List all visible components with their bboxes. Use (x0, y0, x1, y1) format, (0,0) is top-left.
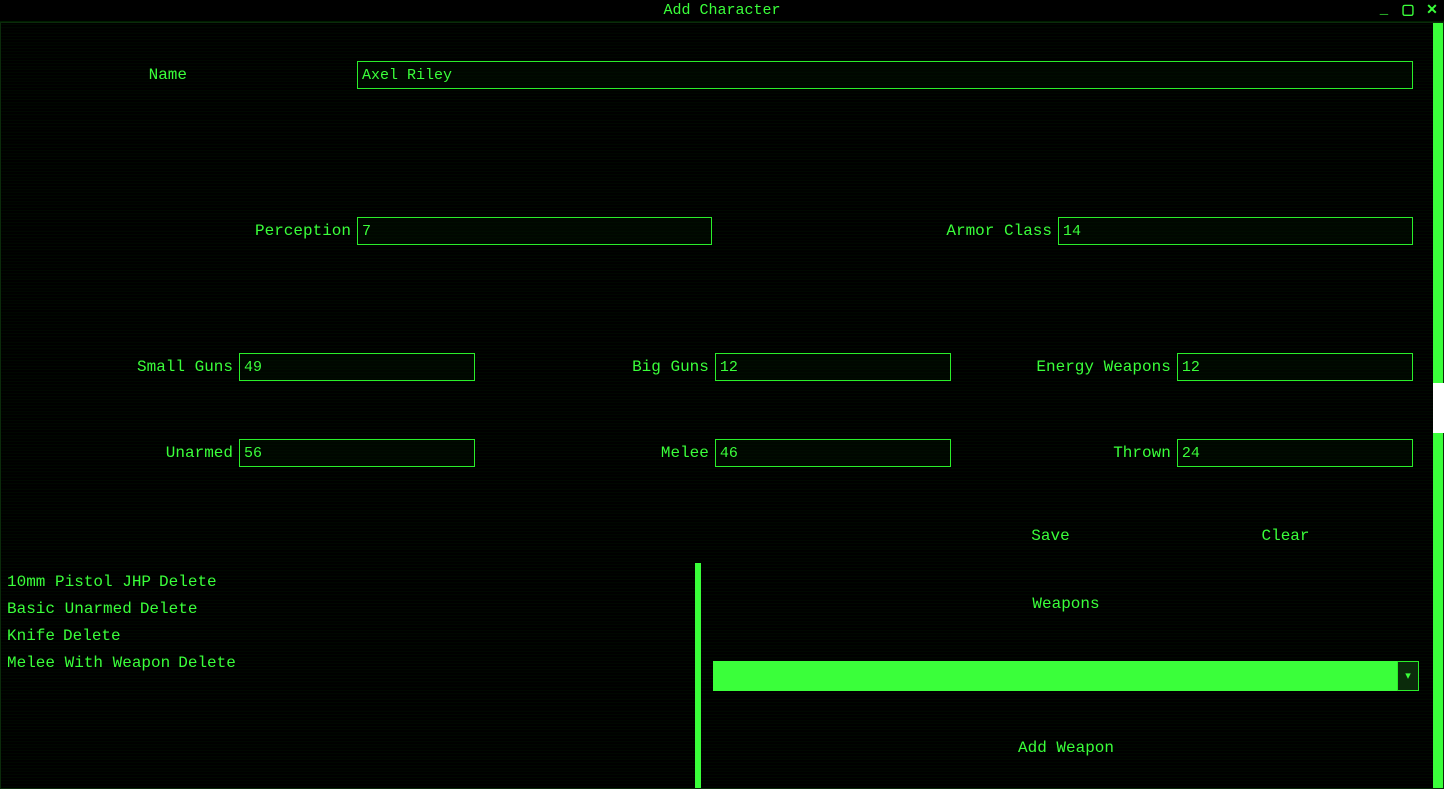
character-form: Name Perception Armor Class Small Guns B… (1, 23, 1443, 545)
energy-weapons-label: Energy Weapons (951, 358, 1177, 376)
guns-row: Small Guns Big Guns Energy Weapons (7, 353, 1423, 381)
scrollbar[interactable] (1433, 23, 1443, 788)
equipped-list: 10mm Pistol JHP Delete Basic Unarmed Del… (1, 563, 701, 788)
perception-ac-row: Perception Armor Class (7, 217, 1423, 245)
chevron-down-icon: ▾ (1397, 661, 1419, 691)
add-weapon-button[interactable]: Add Weapon (1018, 739, 1114, 757)
delete-link[interactable]: Delete (159, 569, 217, 596)
weapon-select-value (713, 661, 1397, 691)
delete-link[interactable]: Delete (178, 650, 236, 677)
weapons-panel: Weapons ▾ Add Weapon (701, 563, 1431, 788)
titlebar: Add Character _ ▢ ✕ (0, 0, 1444, 22)
window-controls: _ ▢ ✕ (1376, 2, 1440, 19)
small-guns-input[interactable] (239, 353, 475, 381)
unarmed-input[interactable] (239, 439, 475, 467)
content-area: Name Perception Armor Class Small Guns B… (0, 22, 1444, 789)
weapon-name[interactable]: 10mm Pistol JHP (7, 569, 151, 596)
delete-link[interactable]: Delete (140, 596, 198, 623)
thrown-input[interactable] (1177, 439, 1413, 467)
energy-weapons-input[interactable] (1177, 353, 1413, 381)
small-guns-label: Small Guns (7, 358, 239, 376)
list-item: Melee With Weapon Delete (7, 650, 689, 677)
name-row: Name (7, 61, 1423, 89)
perception-input[interactable] (357, 217, 712, 245)
armor-class-input[interactable] (1058, 217, 1413, 245)
clear-button[interactable]: Clear (1168, 527, 1403, 545)
list-item: 10mm Pistol JHP Delete (7, 569, 689, 596)
melee-input[interactable] (715, 439, 951, 467)
lower-panel: 10mm Pistol JHP Delete Basic Unarmed Del… (1, 563, 1431, 788)
name-label: Name (7, 66, 357, 84)
thrown-label: Thrown (951, 444, 1177, 462)
list-item: Basic Unarmed Delete (7, 596, 689, 623)
weapons-heading: Weapons (1032, 595, 1099, 613)
melee-row: Unarmed Melee Thrown (7, 439, 1423, 467)
melee-label: Melee (479, 444, 715, 462)
minimize-icon[interactable]: _ (1376, 2, 1392, 19)
maximize-icon[interactable]: ▢ (1400, 2, 1416, 19)
weapon-name[interactable]: Knife (7, 623, 55, 650)
action-button-row: Save Clear (7, 527, 1423, 545)
close-icon[interactable]: ✕ (1424, 2, 1440, 19)
window-title: Add Character (663, 2, 780, 19)
weapon-select[interactable]: ▾ (713, 661, 1419, 691)
armor-class-label: Armor Class (715, 222, 1058, 240)
perception-label: Perception (7, 222, 357, 240)
big-guns-label: Big Guns (479, 358, 715, 376)
weapon-name[interactable]: Melee With Weapon (7, 650, 170, 677)
list-item: Knife Delete (7, 623, 689, 650)
delete-link[interactable]: Delete (63, 623, 121, 650)
weapon-name[interactable]: Basic Unarmed (7, 596, 132, 623)
save-button[interactable]: Save (933, 527, 1168, 545)
name-input[interactable] (357, 61, 1413, 89)
big-guns-input[interactable] (715, 353, 951, 381)
unarmed-label: Unarmed (7, 444, 239, 462)
